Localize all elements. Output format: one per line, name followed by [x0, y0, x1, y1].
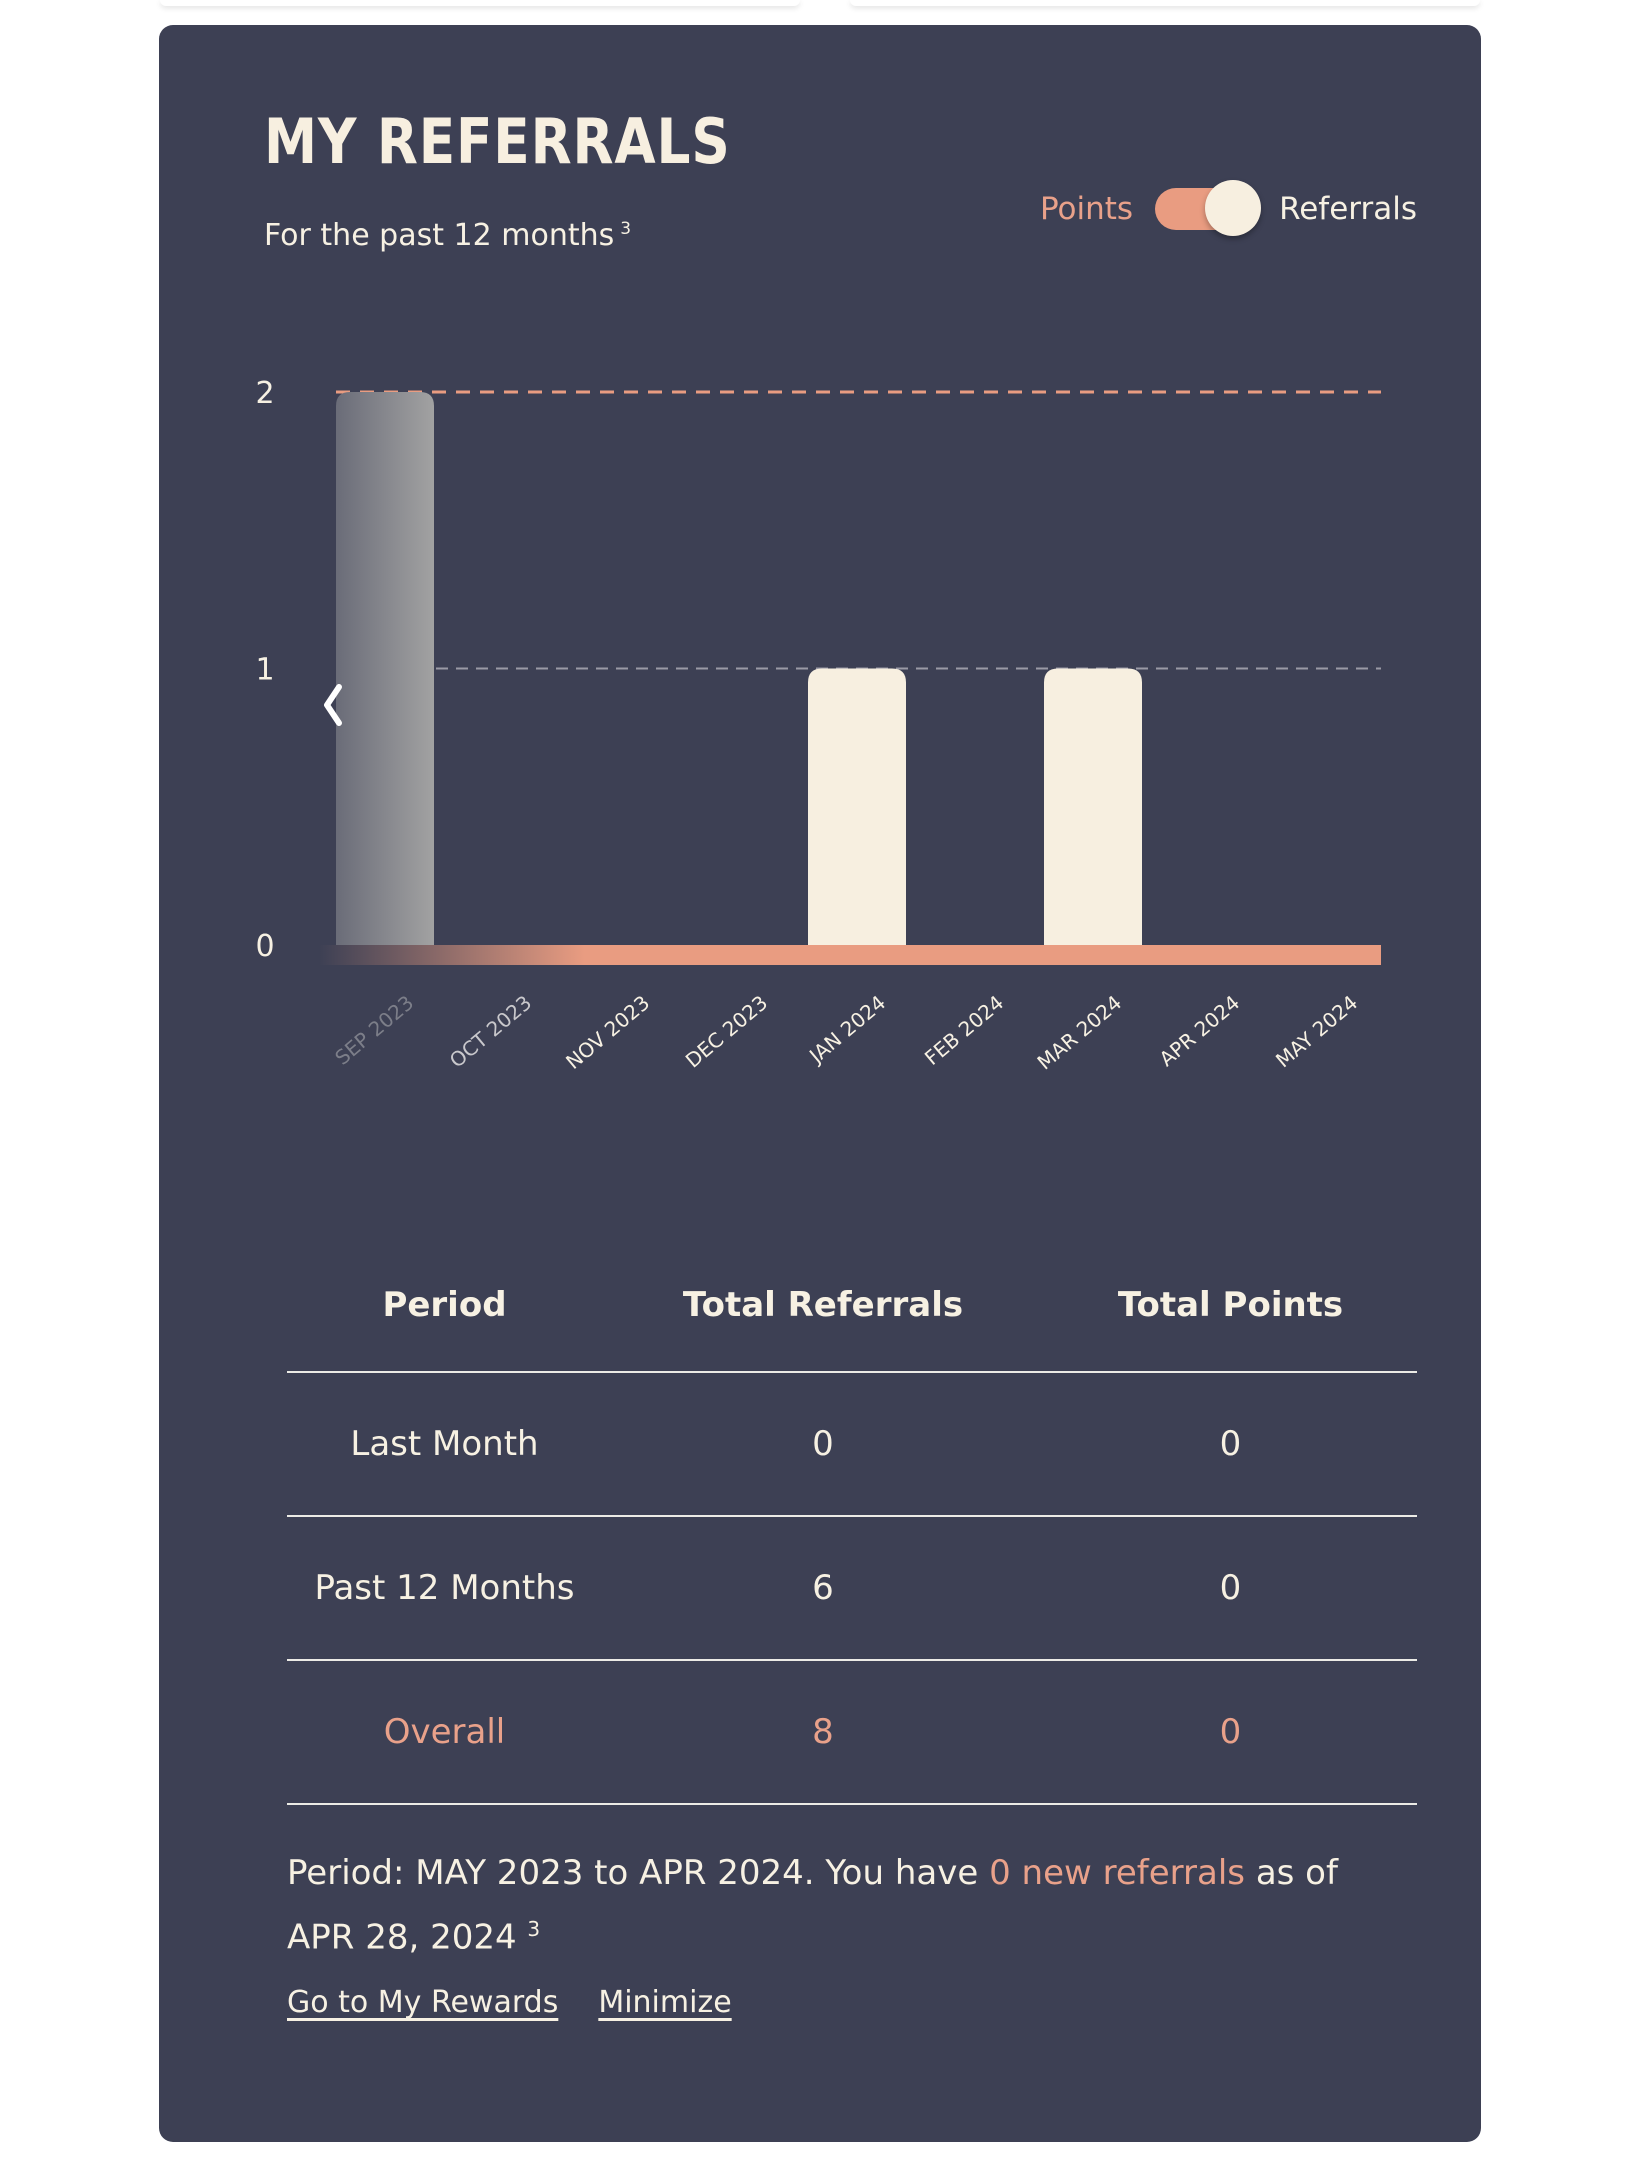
new-referrals-highlight: 0 new referrals [989, 1853, 1245, 1893]
points-referrals-toggle-group: Points Referrals [1040, 180, 1417, 236]
card-title: MY REFERRALS [264, 105, 731, 178]
subtitle-footnote: 3 [620, 219, 632, 239]
points-referrals-toggle[interactable] [1155, 180, 1262, 236]
toggle-label-referrals[interactable]: Referrals [1279, 191, 1417, 227]
header-total-referrals: Total Referrals [602, 1239, 1044, 1373]
row-period: Past 12 Months [287, 1516, 602, 1661]
top-card-edge-left [160, 0, 800, 6]
bar [808, 668, 906, 949]
card-subtitle: For the past 12 months 3 [264, 218, 631, 253]
x-tick-label: MAR 2024 [1033, 990, 1127, 1074]
note-footnote: 3 [527, 1917, 541, 1941]
chart-prev-button[interactable] [309, 680, 345, 730]
table-header-row: Period Total Referrals Total Points [287, 1239, 1417, 1373]
row-points: 0 [1044, 1516, 1417, 1661]
x-axis-baseline [319, 945, 1381, 965]
x-tick-label: JAN 2024 [803, 990, 890, 1068]
row-referrals: 0 [602, 1372, 1044, 1517]
x-tick-label: SEP 2023 [330, 990, 418, 1069]
x-tick-label: APR 2024 [1155, 990, 1245, 1071]
table-row-overall: Overall 8 0 [287, 1660, 1417, 1805]
y-tick-label: 1 [255, 653, 274, 688]
subtitle-text: For the past 12 months [264, 218, 615, 253]
row-points: 0 [1044, 1660, 1417, 1805]
x-tick-label: NOV 2023 [561, 990, 654, 1073]
y-tick-label: 0 [255, 929, 274, 964]
bar [336, 392, 434, 949]
row-referrals: 6 [602, 1516, 1044, 1661]
x-tick-label: OCT 2023 [445, 990, 536, 1072]
referrals-summary-table: Period Total Referrals Total Points Last… [287, 1239, 1417, 1805]
referrals-bar-chart: 0 1 2 SEP 2023 OCT 2023 NOV 2023 DEC 2023 JAN … [255, 376, 1381, 1074]
bar [1044, 668, 1142, 949]
toggle-label-points[interactable]: Points [1040, 191, 1133, 227]
x-tick-label: MAY 2024 [1271, 990, 1362, 1072]
go-to-my-rewards-link[interactable]: Go to My Rewards [287, 1985, 558, 2020]
period-note: Period: MAY 2023 to APR 2024. You have 0… [287, 1845, 1407, 1965]
note-prefix: Period: MAY 2023 to APR 2024. You have [287, 1853, 979, 1893]
y-tick-label: 2 [255, 376, 274, 411]
row-referrals: 8 [602, 1660, 1044, 1805]
toggle-knob [1205, 180, 1262, 236]
row-period: Overall [287, 1660, 602, 1805]
table-row: Past 12 Months 6 0 [287, 1516, 1417, 1661]
minimize-link[interactable]: Minimize [598, 1985, 731, 2020]
card-links: Go to My Rewards Minimize [287, 1985, 732, 2020]
x-tick-label: FEB 2024 [920, 990, 1008, 1070]
header-total-points: Total Points [1044, 1239, 1417, 1373]
row-period: Last Month [287, 1372, 602, 1517]
my-referrals-card: MY REFERRALS For the past 12 months 3 Poi… [159, 25, 1481, 2142]
row-points: 0 [1044, 1372, 1417, 1517]
table-row: Last Month 0 0 [287, 1372, 1417, 1517]
header-period: Period [287, 1239, 602, 1373]
top-card-edge-right [850, 0, 1480, 6]
x-tick-label: DEC 2023 [681, 990, 772, 1072]
